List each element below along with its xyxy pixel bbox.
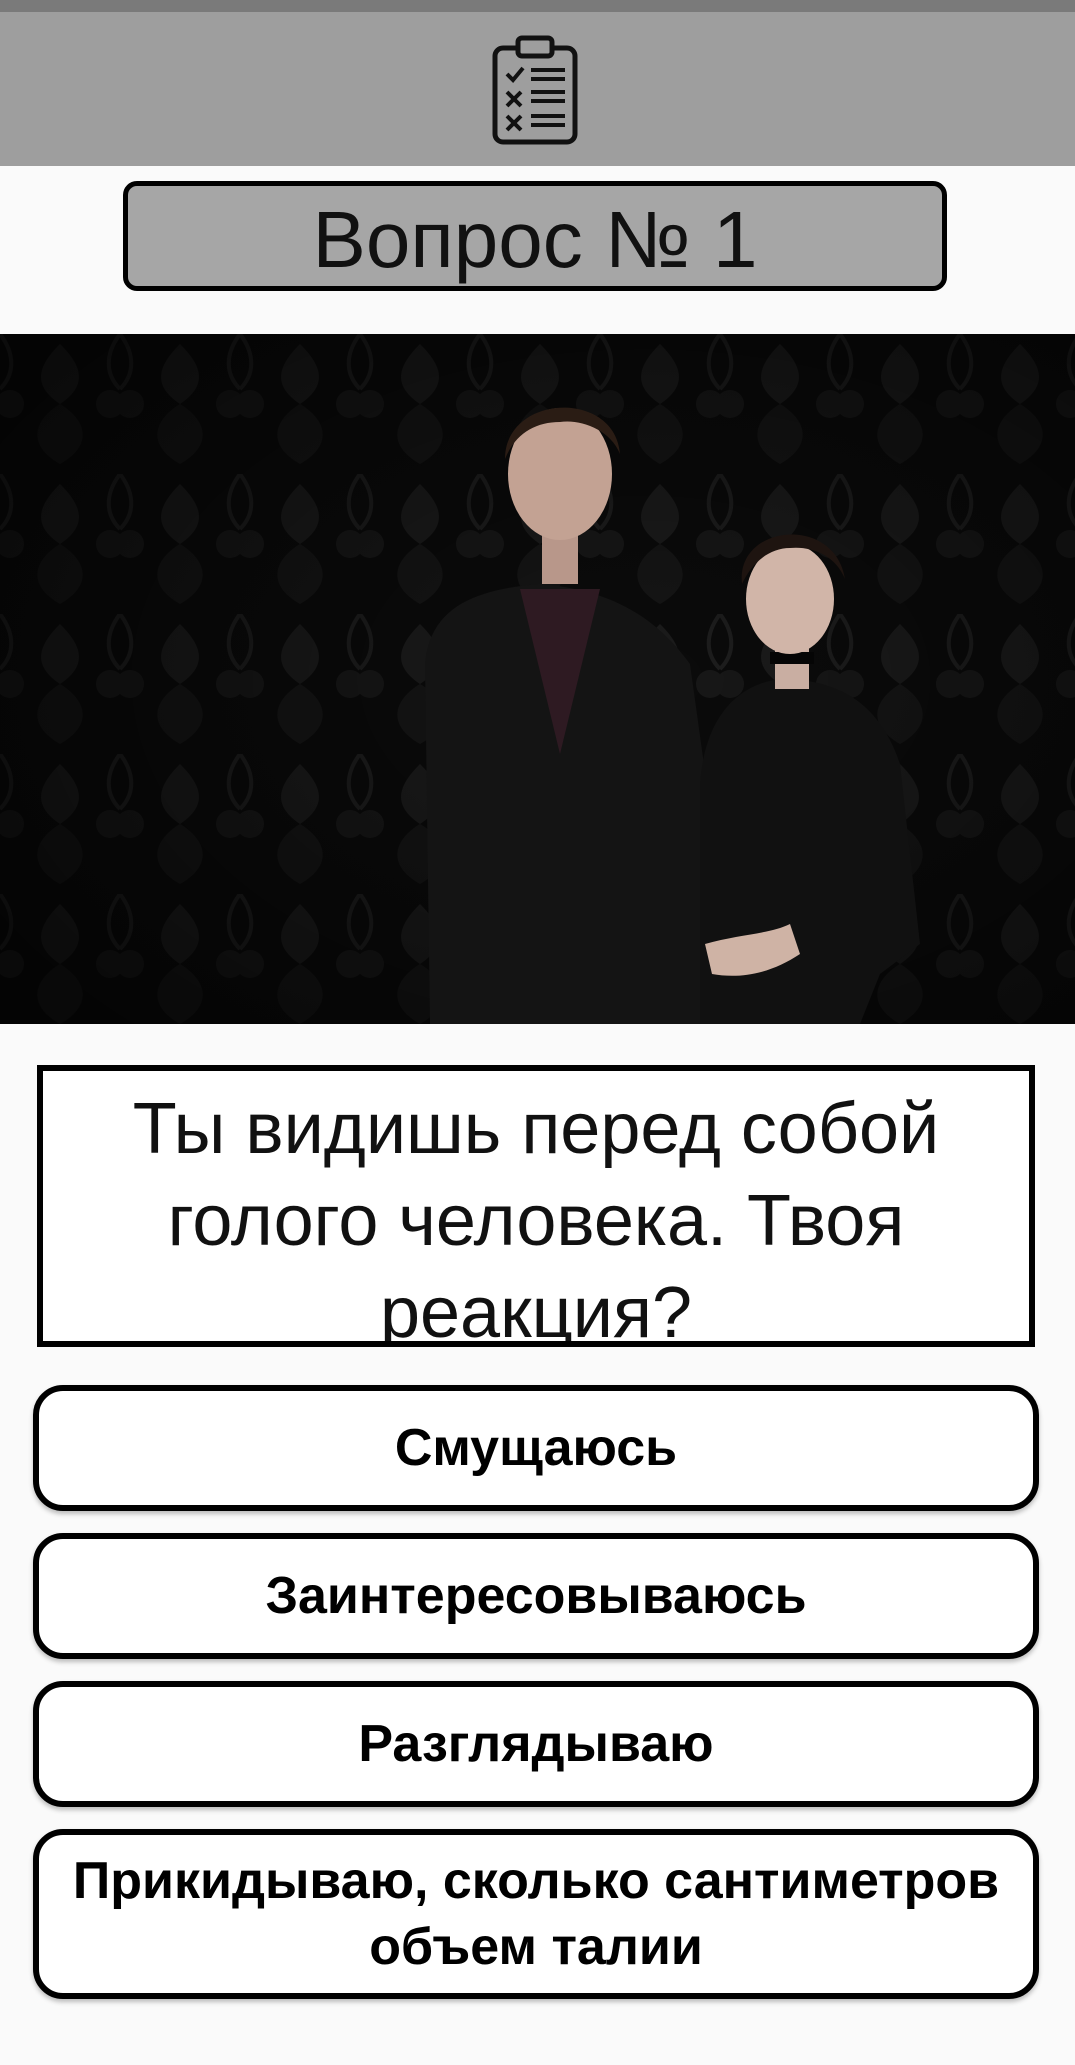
question-number-label: Вопрос № 1 <box>123 181 947 291</box>
answer-button-2[interactable]: Заинтересовываюсь <box>33 1533 1039 1659</box>
app-header <box>0 12 1075 166</box>
photo-two-people-icon <box>0 334 1075 1024</box>
clipboard-checklist-icon <box>492 35 578 145</box>
answer-button-3[interactable]: Разглядываю <box>33 1681 1039 1807</box>
question-image <box>0 334 1075 1024</box>
answer-button-4[interactable]: Прикидываю, сколько сантиметров объем та… <box>33 1829 1039 1999</box>
question-text: Ты видишь перед собой голого человека. Т… <box>37 1065 1035 1347</box>
answer-button-1[interactable]: Смущаюсь <box>33 1385 1039 1511</box>
status-bar <box>0 0 1075 12</box>
